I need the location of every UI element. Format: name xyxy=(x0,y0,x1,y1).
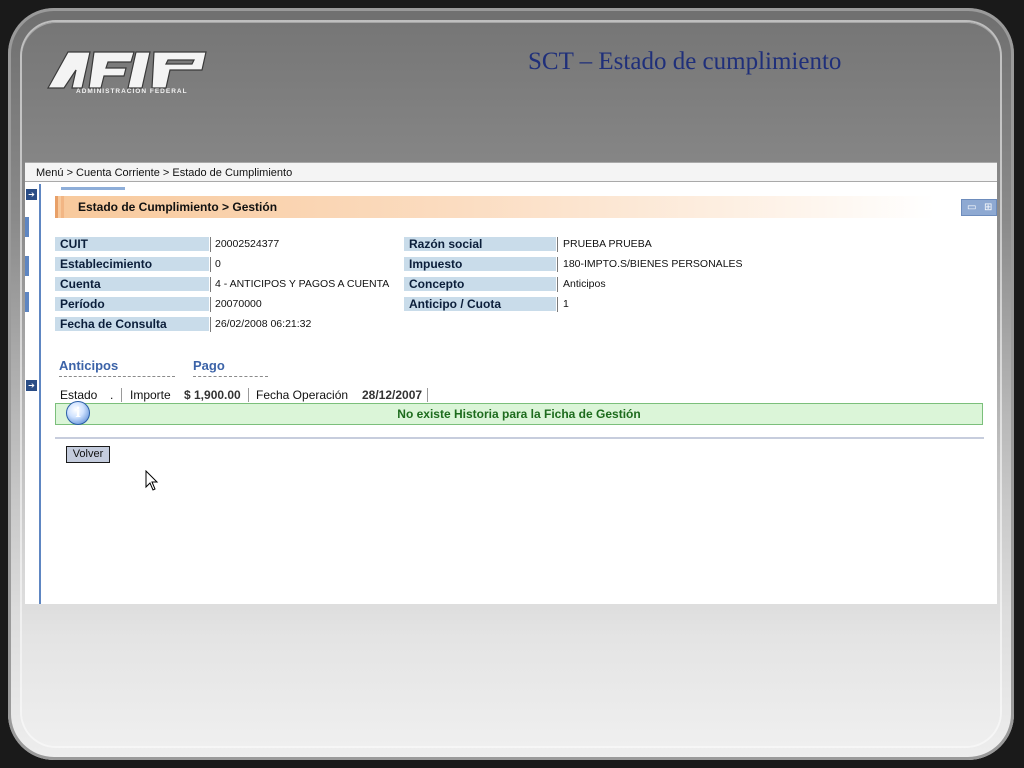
mouse-cursor-icon xyxy=(145,470,159,491)
field-label: Período xyxy=(55,297,209,312)
importe-value: $ 1,900.00 xyxy=(184,388,241,402)
field-impuesto: Impuesto 180-IMPTO.S/BIENES PERSONALES xyxy=(404,257,804,272)
field-razon-social: Razón social PRUEBA PRUEBA xyxy=(404,237,804,252)
divider xyxy=(557,237,558,252)
info-message: No existe Historia para la Ficha de Gest… xyxy=(397,407,641,421)
section-header-title: Estado de Cumplimiento > Gestión xyxy=(78,200,278,214)
divider-line xyxy=(55,437,984,439)
field-label: Concepto xyxy=(404,277,556,292)
divider xyxy=(557,297,558,312)
grid-icon[interactable]: ⊞ xyxy=(984,203,992,213)
divider xyxy=(210,237,211,252)
field-label: Establecimiento xyxy=(55,257,209,272)
field-label: Razón social xyxy=(404,237,556,252)
field-value: 20070000 xyxy=(215,298,262,310)
volver-button[interactable]: Volver xyxy=(66,446,110,463)
window-controls: ▭ ⊞ xyxy=(961,199,997,216)
field-cuenta: Cuenta 4 - ANTICIPOS Y PAGOS A CUENTA xyxy=(55,277,395,292)
divider xyxy=(210,257,211,272)
app-window: Menú > Cuenta Corriente > Estado de Cump… xyxy=(25,162,997,604)
slide-title: SCT – Estado de cumplimiento xyxy=(528,48,842,75)
field-label: CUIT xyxy=(55,237,209,252)
field-value: 20002524377 xyxy=(215,238,280,250)
breadcrumb: Menú > Cuenta Corriente > Estado de Cump… xyxy=(25,162,997,182)
tab-pago[interactable]: Pago xyxy=(193,358,225,373)
field-label: Cuenta xyxy=(55,277,209,292)
tab-underline xyxy=(59,376,175,377)
field-label: Fecha de Consulta xyxy=(55,317,209,332)
divider xyxy=(210,277,211,292)
rail-tab-2[interactable] xyxy=(25,256,29,276)
header-accent-bar xyxy=(61,196,64,218)
field-anticipo-cuota: Anticipo / Cuota 1 xyxy=(404,297,804,312)
divider xyxy=(121,388,122,402)
left-rail: ➔ ➔ xyxy=(25,184,41,604)
field-value: Anticipos xyxy=(563,278,606,290)
afip-logo-subtitle: ADMINISTRACION FEDERAL xyxy=(76,88,188,95)
tab-underline xyxy=(193,376,268,377)
field-value: 1 xyxy=(563,298,569,310)
field-label: Anticipo / Cuota xyxy=(404,297,556,312)
importe-label: Importe xyxy=(130,388,171,402)
divider xyxy=(210,317,211,332)
rail-tab-1[interactable] xyxy=(25,217,29,237)
rail-tab-3[interactable] xyxy=(25,292,29,312)
field-periodo: Período 20070000 xyxy=(55,297,395,312)
fecha-operacion-label: Fecha Operación xyxy=(256,388,349,402)
top-tab-2[interactable] xyxy=(61,187,125,190)
field-value: PRUEBA PRUEBA xyxy=(563,238,652,250)
divider xyxy=(557,277,558,292)
field-value: 26/02/2008 06:21:32 xyxy=(215,318,312,330)
tab-anticipos[interactable]: Anticipos xyxy=(59,358,118,373)
divider xyxy=(248,388,249,402)
field-cuit: CUIT 20002524377 xyxy=(55,237,395,252)
expand-arrow-icon[interactable]: ➔ xyxy=(26,189,37,200)
field-establecimiento: Establecimiento 0 xyxy=(55,257,395,272)
expand-arrow-icon[interactable]: ➔ xyxy=(26,380,37,391)
divider xyxy=(210,297,211,312)
info-message-box: i No existe Historia para la Ficha de Ge… xyxy=(55,401,983,425)
minimize-icon[interactable]: ▭ xyxy=(967,203,976,213)
field-label: Impuesto xyxy=(404,257,556,272)
field-fecha-consulta: Fecha de Consulta 26/02/2008 06:21:32 xyxy=(55,317,395,332)
field-concepto: Concepto Anticipos xyxy=(404,277,804,292)
divider xyxy=(427,388,428,402)
estado-value: . xyxy=(110,388,114,402)
fecha-operacion-value: 28/12/2007 xyxy=(362,388,423,402)
field-value: 0 xyxy=(215,258,221,270)
divider xyxy=(557,257,558,272)
section-header: Estado de Cumplimiento > Gestión xyxy=(55,196,935,218)
field-value: 4 - ANTICIPOS Y PAGOS A CUENTA xyxy=(215,278,390,290)
field-value: 180-IMPTO.S/BIENES PERSONALES xyxy=(563,258,743,270)
